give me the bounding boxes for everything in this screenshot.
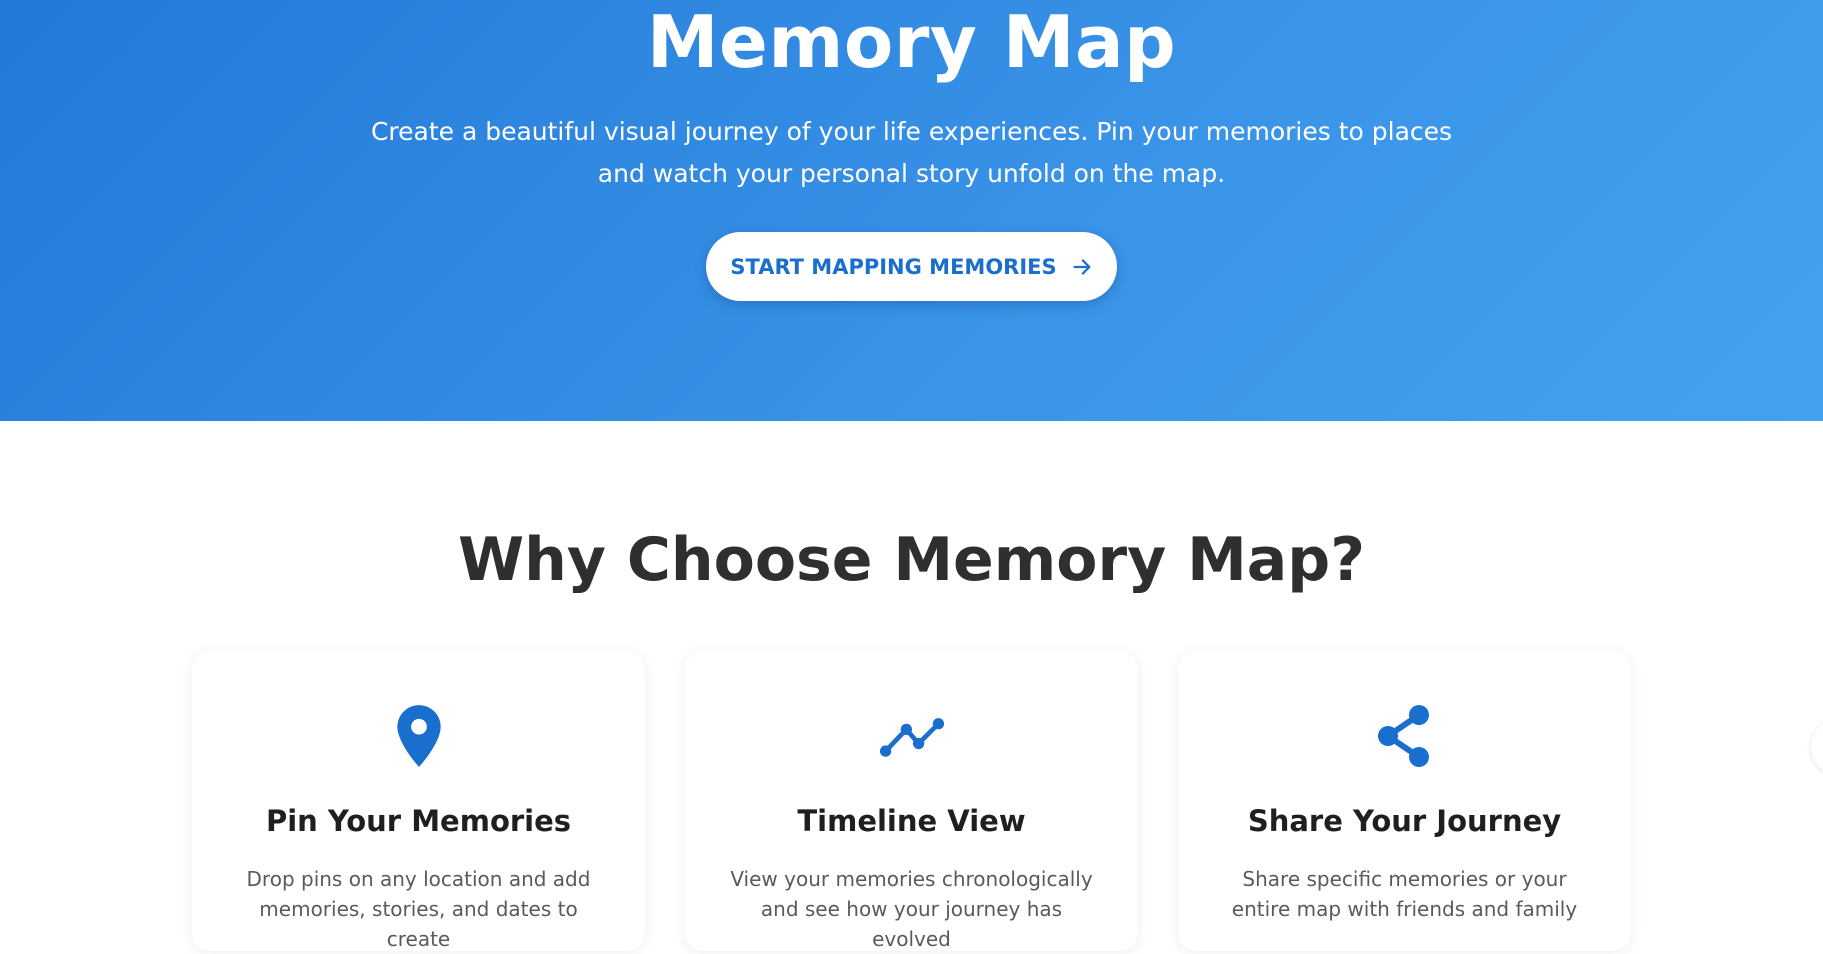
hero-title: Memory Map — [646, 0, 1177, 84]
feature-card-timeline: Timeline View View your memories chronol… — [685, 651, 1138, 951]
feature-card-description: Share specific memories or your entire m… — [1231, 867, 1578, 921]
feature-card-title: Pin Your Memories — [265, 804, 572, 838]
feature-card-share: Share Your Journey Share specific memori… — [1178, 651, 1631, 951]
hero-section: Memory Map Create a beautiful visual jou… — [0, 0, 1823, 421]
hero-subtitle: Create a beautiful visual journey of you… — [370, 117, 1453, 188]
floating-action-button[interactable] — [1811, 722, 1823, 772]
arrow-right-icon — [1071, 256, 1093, 278]
feature-card-title: Share Your Journey — [1247, 804, 1562, 838]
share-icon — [1372, 703, 1438, 769]
feature-card-description: View your memories chronologically and s… — [730, 867, 1093, 951]
feature-card-title: Timeline View — [797, 804, 1026, 838]
start-mapping-label: START MAPPING MEMORIES — [730, 254, 1057, 279]
timeline-icon — [879, 703, 945, 769]
feature-card-description: Drop pins on any location and add memori… — [246, 867, 591, 951]
features-title: Why Choose Memory Map? — [457, 525, 1366, 595]
map-pin-icon — [386, 703, 452, 769]
start-mapping-button[interactable]: START MAPPING MEMORIES — [706, 232, 1117, 301]
feature-card-pin: Pin Your Memories Drop pins on any locat… — [192, 651, 645, 951]
